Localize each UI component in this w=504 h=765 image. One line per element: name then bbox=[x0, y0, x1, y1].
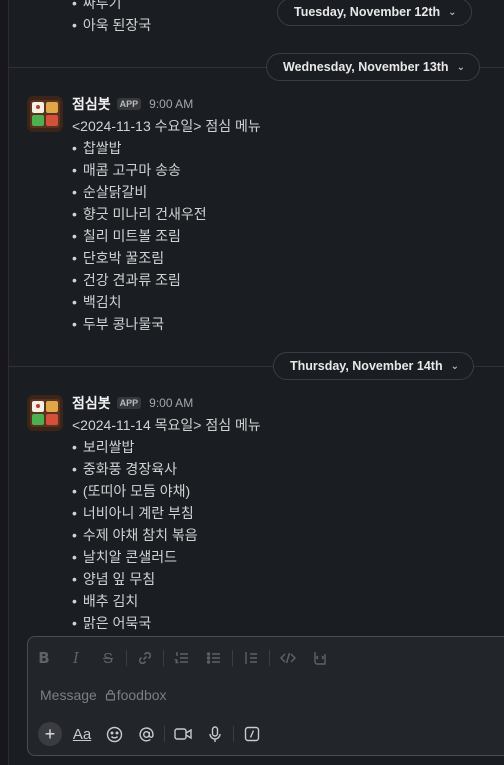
list-item: 향긋 미나리 건새우전 bbox=[72, 203, 207, 225]
day-divider-wednesday[interactable]: Wednesday, November 13th ⌄ bbox=[266, 53, 480, 81]
toolbar-separator bbox=[233, 726, 234, 742]
message-header: 점심봇 APP 9:00 AM bbox=[72, 93, 193, 115]
list-item: 찹쌀밥 bbox=[72, 137, 122, 159]
list-item: 맑은 어묵국 bbox=[72, 612, 151, 634]
blockquote-icon[interactable] bbox=[235, 645, 267, 671]
ordered-list-icon[interactable] bbox=[166, 645, 198, 671]
list-item: 단호박 꿀조림 bbox=[72, 247, 164, 269]
list-item: 순살닭갈비 bbox=[72, 181, 147, 203]
bulleted-list-icon[interactable] bbox=[198, 645, 230, 671]
list-item: 수제 야채 참치 볶음 bbox=[72, 524, 198, 546]
link-icon[interactable] bbox=[129, 645, 161, 671]
toolbar-separator bbox=[232, 650, 233, 666]
microphone-icon[interactable] bbox=[199, 721, 231, 747]
chevron-down-icon: ⌄ bbox=[448, 6, 457, 18]
message-timestamp[interactable]: 9:00 AM bbox=[149, 97, 193, 111]
toolbar-separator bbox=[126, 650, 127, 666]
emoji-icon[interactable] bbox=[98, 721, 130, 747]
message-title: <2024-11-14 목요일> 점심 메뉴 bbox=[72, 417, 261, 433]
toolbar-separator bbox=[164, 726, 165, 742]
list-item: 매콤 고구마 송송 bbox=[72, 159, 181, 181]
day-label: Wednesday, November 13th bbox=[283, 60, 449, 74]
list-item: 너비아니 계란 부침 bbox=[72, 502, 194, 524]
bot-avatar[interactable] bbox=[27, 96, 63, 132]
chevron-down-icon: ⌄ bbox=[456, 61, 465, 73]
lock-icon bbox=[105, 689, 116, 701]
sender-name[interactable]: 점심봇 bbox=[72, 94, 111, 114]
list-item: 양념 잎 무침 bbox=[72, 568, 155, 590]
bold-icon[interactable]: B bbox=[28, 645, 60, 671]
app-badge: APP bbox=[116, 98, 142, 110]
placeholder-prefix: Message bbox=[40, 687, 97, 703]
formatting-toolbar: B I S bbox=[28, 645, 336, 671]
message-timestamp[interactable]: 9:00 AM bbox=[149, 396, 193, 410]
italic-icon[interactable]: I bbox=[60, 645, 92, 671]
channel-name: foodbox bbox=[116, 687, 167, 703]
video-icon[interactable] bbox=[167, 721, 199, 747]
day-divider-tuesday[interactable]: Tuesday, November 12th ⌄ bbox=[277, 0, 472, 26]
list-item: 짜투기 bbox=[72, 0, 122, 14]
list-item: 아욱 된장국 bbox=[72, 14, 151, 36]
day-divider-thursday[interactable]: Thursday, November 14th ⌄ bbox=[273, 352, 474, 380]
toolbar-separator bbox=[269, 650, 270, 666]
list-item: 칠리 미트볼 조림 bbox=[72, 225, 181, 247]
chevron-down-icon: ⌄ bbox=[450, 360, 459, 372]
list-item: 배추 김치 bbox=[72, 590, 138, 612]
list-item: 백김치 bbox=[72, 291, 122, 313]
app-badge: APP bbox=[116, 397, 142, 409]
list-item: (또띠아 모듬 야채) bbox=[72, 480, 190, 502]
list-item: 중화풍 경장육사 bbox=[72, 458, 177, 480]
day-label: Thursday, November 14th bbox=[290, 359, 443, 373]
message-composer: B I S Message foodbox + Aa bbox=[27, 636, 504, 756]
day-label: Tuesday, November 12th bbox=[294, 5, 441, 19]
plus-icon[interactable]: + bbox=[38, 722, 62, 746]
code-block-icon[interactable] bbox=[304, 645, 336, 671]
message-header: 점심봇 APP 9:00 AM bbox=[72, 392, 193, 414]
message-title: <2024-11-13 수요일> 점심 메뉴 bbox=[72, 118, 261, 134]
list-item: 보리쌀밥 bbox=[72, 436, 135, 458]
list-item: 두부 콩나물국 bbox=[72, 313, 164, 335]
slash-command-icon[interactable] bbox=[236, 721, 268, 747]
bot-avatar[interactable] bbox=[27, 395, 63, 431]
text-format-icon[interactable]: Aa bbox=[66, 721, 98, 747]
toolbar-separator bbox=[163, 650, 164, 666]
mention-icon[interactable] bbox=[130, 721, 162, 747]
sender-name[interactable]: 점심봇 bbox=[72, 393, 111, 413]
list-item: 날치알 콘샐러드 bbox=[72, 546, 177, 568]
code-icon[interactable] bbox=[272, 645, 304, 671]
strikethrough-icon[interactable]: S bbox=[92, 645, 124, 671]
message-input[interactable]: Message foodbox bbox=[40, 687, 167, 703]
message-feed: 짜투기 아욱 된장국 Tuesday, November 12th ⌄ Wedn… bbox=[8, 0, 504, 636]
list-item: 건강 견과류 조림 bbox=[72, 269, 181, 291]
composer-actions: + Aa bbox=[34, 721, 268, 747]
